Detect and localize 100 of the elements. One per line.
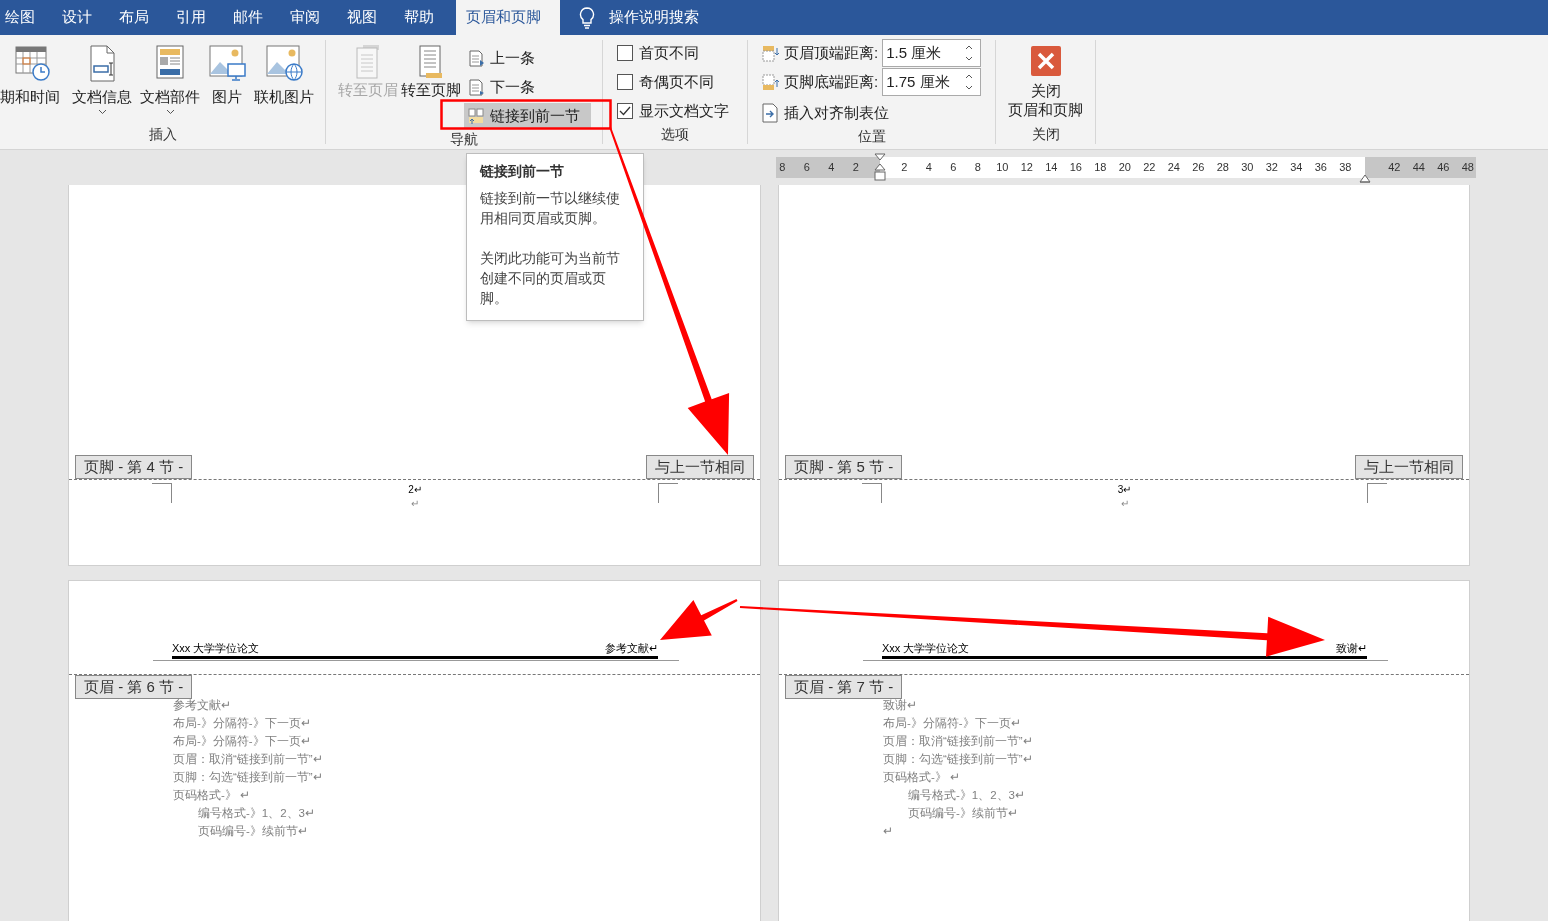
ruler-number: 4 — [924, 160, 933, 176]
body-text-line: 编号格式-》1、2、3↵ — [907, 788, 1027, 803]
insert-button[interactable]: 联机图片 — [252, 44, 316, 124]
insert-tab-button[interactable]: 插入对齐制表位 — [762, 100, 995, 126]
header-distance-icon — [762, 44, 780, 62]
ribbon-tab[interactable]: 视图 — [342, 0, 399, 35]
navigation-button[interactable]: 上一条 — [464, 45, 591, 71]
ruler-number: 42 — [1387, 160, 1402, 176]
ruler-number: 16 — [1068, 160, 1083, 176]
tab-stop-icon — [762, 103, 778, 123]
close-icon — [1030, 46, 1061, 76]
body-text-line: 参考文献↵ — [173, 698, 232, 713]
body-text-line: 页码格式-》 ↵ — [173, 788, 252, 803]
ribbon-tab[interactable]: 布局 — [114, 0, 171, 35]
checkbox-option[interactable]: 奇偶页不同 — [617, 71, 747, 93]
tooltip-title: 链接到前一节 — [480, 162, 565, 181]
insert-button[interactable]: 文档信息 — [70, 44, 134, 124]
spinner-label: 页脚底端距离: — [784, 71, 879, 92]
body-text-line: 页码编号-》续前节↵ — [907, 806, 1019, 821]
spinner-label: 页眉顶端距离: — [784, 42, 879, 63]
crop-mark — [862, 483, 882, 503]
header-text: Xxx 大学学位论文 — [172, 641, 260, 656]
ruler-number: 32 — [1264, 160, 1279, 176]
ruler-number: 34 — [1289, 160, 1304, 176]
insert-button[interactable]: 文档部件 — [138, 44, 202, 124]
ruler-number: 44 — [1411, 160, 1426, 176]
ribbon-tab[interactable]: 页眉和页脚 — [456, 0, 560, 35]
ruler-number: 28 — [1215, 160, 1230, 176]
body-text-line: 布局-》分隔符-》下一页↵ — [173, 716, 312, 731]
body-text-line: 布局-》分隔符-》下一页↵ — [173, 734, 312, 749]
section-label: 与上一节相同 — [646, 455, 754, 479]
checkbox-option[interactable]: 首页不同 — [617, 42, 747, 64]
chevron-down-icon — [165, 109, 175, 115]
section-label: 页脚 - 第 4 节 - — [75, 455, 193, 479]
ruler-number: 24 — [1166, 160, 1181, 176]
group-label: 插入 — [147, 125, 178, 144]
ruler-number: 46 — [1436, 160, 1451, 176]
ribbon-tab[interactable]: 绘图 — [0, 0, 57, 35]
tooltip-text: 关闭此功能可为当前节创建不同的页眉或页脚。 — [480, 249, 621, 308]
ruler-number: 48 — [1460, 160, 1475, 176]
ribbon-tab[interactable]: 引用 — [171, 0, 228, 35]
ruler-number: 2 — [900, 160, 909, 176]
crop-mark — [1367, 483, 1387, 503]
ruler-number: 2 — [851, 160, 860, 176]
online-picture-icon — [265, 44, 303, 82]
group-label: 位置 — [856, 127, 887, 146]
header-text: Xxx 大学学位论文 — [882, 641, 970, 656]
distance-spinner[interactable]: 1.5 厘米 — [882, 39, 982, 67]
body-text-line: 页码编号-》续前节↵ — [197, 824, 309, 839]
tell-me-search[interactable]: 操作说明搜索 — [609, 6, 699, 29]
ribbon-tab[interactable]: 邮件 — [228, 0, 285, 35]
chevron-down-icon — [97, 109, 107, 115]
group-label: 导航 — [449, 130, 479, 149]
ruler-number: 36 — [1313, 160, 1328, 176]
close-header-footer-button[interactable]: 关闭 页眉和页脚 — [1008, 46, 1083, 124]
picture-icon — [208, 44, 246, 82]
body-text-line: ↵ — [883, 824, 894, 839]
ruler-number: 8 — [973, 160, 982, 176]
body-text-line: 页脚：勾选“链接到前一节”↵ — [173, 770, 324, 785]
next-page-icon — [468, 78, 485, 96]
ruler-number: 8 — [778, 160, 787, 176]
navigation-button[interactable]: 转至页脚 — [399, 44, 462, 129]
body-text-line: 页码格式-》 ↵ — [883, 770, 962, 785]
calendar-clock-icon — [14, 44, 52, 82]
insert-button[interactable]: 期和时间 — [0, 44, 66, 124]
body-text-line: 致谢↵ — [883, 698, 918, 713]
ruler-number: 4 — [827, 160, 836, 176]
ribbon-tab[interactable]: 设计 — [57, 0, 114, 35]
paragraph-mark: ↵ — [1120, 497, 1129, 511]
header-text: 致谢↵ — [1336, 641, 1367, 656]
distance-spinner[interactable]: 1.75 厘米 — [882, 68, 982, 96]
spin-arrows-icon — [964, 73, 975, 91]
link-previous-icon — [468, 107, 485, 125]
body-text-line: 页眉：取消“链接到前一节”↵ — [883, 734, 1034, 749]
ruler-number: 14 — [1044, 160, 1059, 176]
body-text-line: 页眉：取消“链接到前一节”↵ — [173, 752, 324, 767]
ribbon-tab[interactable]: 帮助 — [399, 0, 456, 35]
ruler-number: 20 — [1117, 160, 1132, 176]
ruler-number: 12 — [1019, 160, 1034, 176]
group-label: 关闭 — [1030, 125, 1061, 144]
section-label: 与上一节相同 — [1355, 455, 1463, 479]
page-number: 3↵ — [1117, 483, 1132, 497]
crop-mark — [658, 483, 678, 503]
insert-button[interactable]: 图片 — [206, 44, 248, 124]
ruler-number: 6 — [949, 160, 958, 176]
crop-mark — [152, 483, 172, 503]
navigation-button[interactable]: 下一条 — [464, 74, 591, 100]
ruler-number: 38 — [1338, 160, 1353, 176]
previous-page-icon — [468, 49, 485, 67]
body-text-line: 页脚：勾选“链接到前一节”↵ — [883, 752, 1034, 767]
section-label: 页眉 - 第 7 节 - — [785, 675, 903, 699]
ribbon-tab[interactable]: 审阅 — [285, 0, 342, 35]
ruler-number: 6 — [802, 160, 811, 176]
ruler-number: 30 — [1240, 160, 1255, 176]
navigation-button[interactable]: 链接到前一节 — [464, 103, 591, 129]
body-text-line: 布局-》分隔符-》下一页↵ — [883, 716, 1022, 731]
checkbox-option[interactable]: 显示文档文字 — [617, 100, 747, 122]
group-label: 选项 — [660, 125, 690, 144]
lightbulb-icon — [579, 6, 595, 29]
page-number: 2↵ — [408, 483, 422, 497]
